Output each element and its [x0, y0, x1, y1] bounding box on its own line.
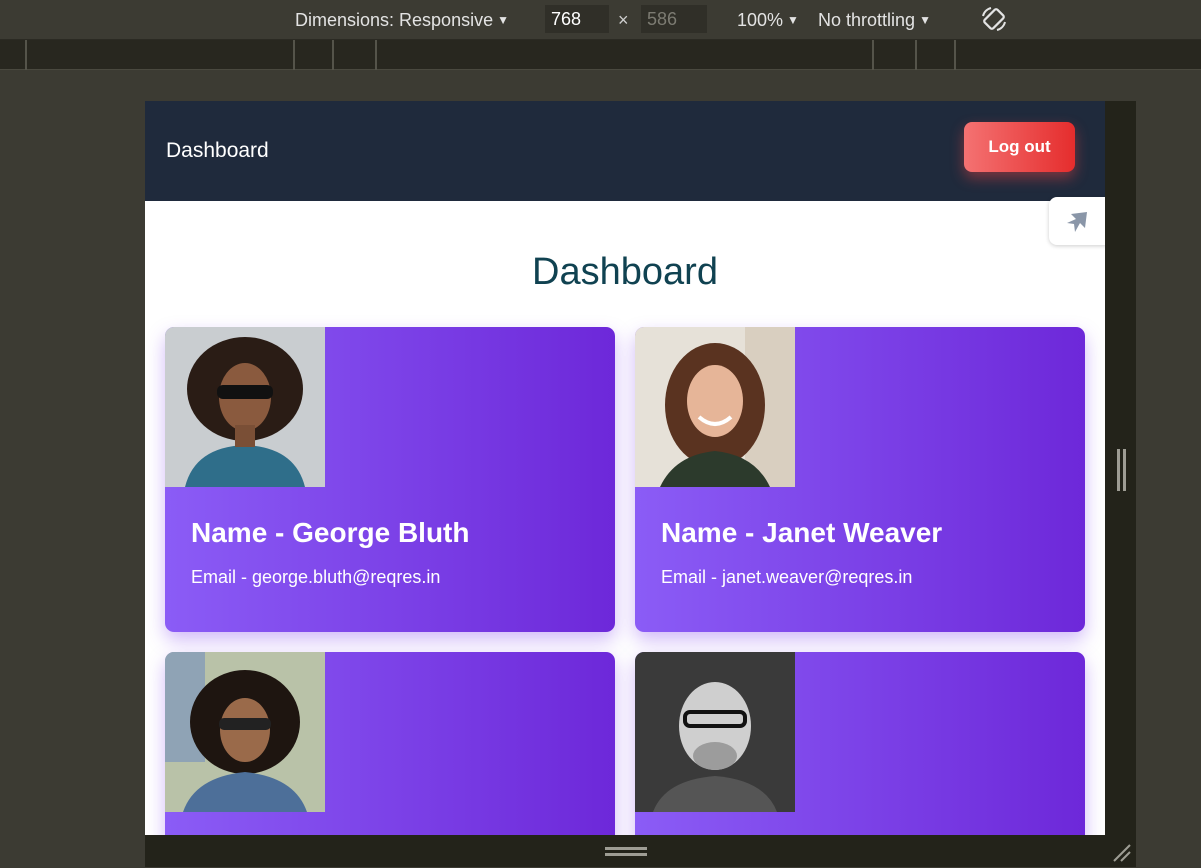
dimensions-dropdown[interactable]: Dimensions: Responsive ▼ — [295, 7, 509, 33]
zoom-dropdown[interactable]: 100% ▼ — [737, 7, 799, 33]
ruler-tick — [332, 40, 334, 70]
user-email: Email - janet.weaver@reqres.in — [661, 567, 913, 587]
user-avatar — [635, 327, 795, 487]
ruler-tick — [375, 40, 377, 70]
user-name: Name - Janet Weaver — [661, 517, 943, 548]
user-name: Name - George Bluth — [191, 517, 470, 548]
rotate-device-icon[interactable] — [979, 4, 1009, 34]
ruler-tick — [915, 40, 917, 70]
width-input[interactable]: 768 — [545, 5, 609, 33]
navbar: Dashboard Log out — [145, 101, 1105, 201]
devtools-device-toolbar: Dimensions: Responsive ▼ 768 × 586 100% ▼ … — [0, 0, 1201, 40]
throttling-dropdown[interactable]: No throttling ▼ — [818, 7, 931, 33]
rocket-icon — [1067, 212, 1087, 232]
height-input[interactable]: 586 — [641, 5, 707, 33]
times-icon: × — [618, 10, 629, 30]
user-card[interactable] — [165, 652, 615, 835]
user-avatar — [165, 652, 325, 812]
ruler-tick — [872, 40, 874, 70]
floating-rocket-tab[interactable] — [1049, 197, 1105, 245]
user-email: Email - george.bluth@reqres.in — [191, 567, 441, 587]
logout-button[interactable]: Log out — [964, 122, 1075, 172]
user-card[interactable]: Name - Janet Weaver Email - janet.weaver… — [635, 327, 1085, 632]
ruler-tick — [293, 40, 295, 70]
zoom-label: 100% — [737, 10, 784, 30]
resize-corner-icon[interactable] — [1110, 841, 1132, 863]
media-query-ruler — [0, 40, 1201, 70]
user-avatar — [635, 652, 795, 812]
user-avatar — [165, 327, 325, 487]
throttling-label: No throttling — [818, 10, 916, 30]
user-card[interactable]: Name - George Bluth Email - george.bluth… — [165, 327, 615, 632]
dimensions-label: Dimensions: Responsive — [295, 10, 494, 30]
page-title: Dashboard — [532, 251, 718, 293]
emulated-viewport: Dashboard Log out Dashboard Name - Georg… — [145, 101, 1105, 835]
user-card[interactable] — [635, 652, 1085, 835]
ruler-tick — [954, 40, 956, 70]
resize-handle-icon[interactable] — [605, 845, 647, 859]
ruler-tick — [25, 40, 27, 70]
device-frame: Dashboard Log out Dashboard Name - Georg… — [145, 101, 1136, 867]
dropdown-caret-icon: ▼ — [787, 13, 799, 27]
resize-handle-icon[interactable] — [1117, 449, 1127, 491]
dropdown-caret-icon: ▼ — [919, 13, 931, 27]
dropdown-caret-icon: ▼ — [497, 13, 509, 27]
brand-title[interactable]: Dashboard — [166, 139, 269, 163]
